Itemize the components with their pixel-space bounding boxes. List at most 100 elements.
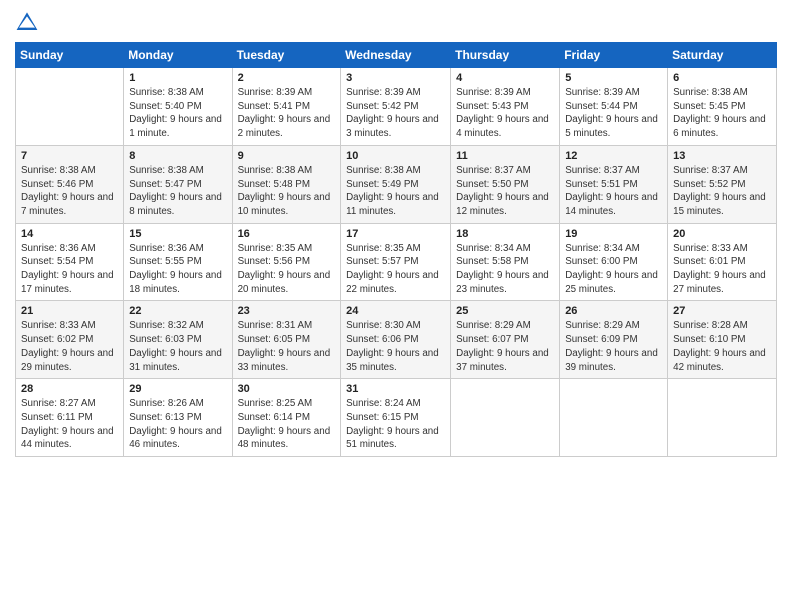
calendar-header-thursday: Thursday xyxy=(451,43,560,68)
day-number: 25 xyxy=(456,305,554,317)
day-info: Sunrise: 8:38 AMSunset: 5:47 PMDaylight:… xyxy=(129,164,226,219)
calendar-cell: 5 Sunrise: 8:39 AMSunset: 5:44 PMDaylight… xyxy=(560,68,668,146)
calendar-cell: 21 Sunrise: 8:33 AMSunset: 6:02 PMDayligh… xyxy=(16,301,124,379)
header xyxy=(15,10,777,34)
calendar-cell: 14Sunrise: 8:36 AMSunset: 5:54 PMDayligh… xyxy=(16,223,124,301)
calendar-week-1: 1 Sunrise: 8:38 AMSunset: 5:40 PMDaylight… xyxy=(16,68,777,146)
day-info: Sunrise: 8:38 AMSunset: 5:40 PMDaylight:… xyxy=(129,86,226,141)
calendar-cell: 24 Sunrise: 8:30 AMSunset: 6:06 PMDayligh… xyxy=(341,301,451,379)
day-number: 26 xyxy=(565,305,662,317)
day-number: 6 xyxy=(673,72,771,84)
calendar-table: SundayMondayTuesdayWednesdayThursdayFrid… xyxy=(15,42,777,457)
day-info: Sunrise: 8:38 AMSunset: 5:45 PMDaylight:… xyxy=(673,86,771,141)
day-number: 12 xyxy=(565,150,662,162)
calendar-cell: 13Sunrise: 8:37 AMSunset: 5:52 PMDayligh… xyxy=(668,145,777,223)
day-info: Sunrise: 8:38 AMSunset: 5:49 PMDaylight:… xyxy=(346,164,445,219)
day-number: 18 xyxy=(456,228,554,240)
day-info: Sunrise: 8:30 AMSunset: 6:06 PMDaylight:… xyxy=(346,319,445,374)
day-info: Sunrise: 8:34 AMSunset: 5:58 PMDaylight:… xyxy=(456,242,554,297)
day-number: 31 xyxy=(346,383,445,395)
day-number: 11 xyxy=(456,150,554,162)
logo-icon xyxy=(15,10,39,34)
day-number: 21 xyxy=(21,305,118,317)
day-info: Sunrise: 8:39 AMSunset: 5:41 PMDaylight:… xyxy=(238,86,336,141)
calendar-week-2: 7 Sunrise: 8:38 AMSunset: 5:46 PMDaylight… xyxy=(16,145,777,223)
calendar-cell xyxy=(16,68,124,146)
calendar-header-row: SundayMondayTuesdayWednesdayThursdayFrid… xyxy=(16,43,777,68)
day-info: Sunrise: 8:32 AMSunset: 6:03 PMDaylight:… xyxy=(129,319,226,374)
day-number: 9 xyxy=(238,150,336,162)
calendar-cell: 3 Sunrise: 8:39 AMSunset: 5:42 PMDaylight… xyxy=(341,68,451,146)
day-number: 4 xyxy=(456,72,554,84)
calendar-cell: 25 Sunrise: 8:29 AMSunset: 6:07 PMDayligh… xyxy=(451,301,560,379)
calendar-cell: 30 Sunrise: 8:25 AMSunset: 6:14 PMDayligh… xyxy=(232,379,341,457)
calendar-cell: 2 Sunrise: 8:39 AMSunset: 5:41 PMDaylight… xyxy=(232,68,341,146)
calendar-header-sunday: Sunday xyxy=(16,43,124,68)
day-info: Sunrise: 8:37 AMSunset: 5:50 PMDaylight:… xyxy=(456,164,554,219)
calendar-cell: 8 Sunrise: 8:38 AMSunset: 5:47 PMDaylight… xyxy=(124,145,232,223)
day-number: 2 xyxy=(238,72,336,84)
calendar-header-tuesday: Tuesday xyxy=(232,43,341,68)
calendar-cell: 10 Sunrise: 8:38 AMSunset: 5:49 PMDayligh… xyxy=(341,145,451,223)
calendar-cell: 15 Sunrise: 8:36 AMSunset: 5:55 PMDayligh… xyxy=(124,223,232,301)
page-container: SundayMondayTuesdayWednesdayThursdayFrid… xyxy=(0,0,792,612)
day-number: 23 xyxy=(238,305,336,317)
day-info: Sunrise: 8:39 AMSunset: 5:42 PMDaylight:… xyxy=(346,86,445,141)
calendar-cell: 1 Sunrise: 8:38 AMSunset: 5:40 PMDaylight… xyxy=(124,68,232,146)
day-number: 5 xyxy=(565,72,662,84)
logo xyxy=(15,10,43,34)
calendar-header-wednesday: Wednesday xyxy=(341,43,451,68)
day-number: 30 xyxy=(238,383,336,395)
day-info: Sunrise: 8:31 AMSunset: 6:05 PMDaylight:… xyxy=(238,319,336,374)
calendar-cell: 11 Sunrise: 8:37 AMSunset: 5:50 PMDayligh… xyxy=(451,145,560,223)
day-number: 15 xyxy=(129,228,226,240)
day-info: Sunrise: 8:33 AMSunset: 6:02 PMDaylight:… xyxy=(21,319,118,374)
calendar-cell xyxy=(668,379,777,457)
calendar-header-monday: Monday xyxy=(124,43,232,68)
day-number: 14 xyxy=(21,228,118,240)
day-info: Sunrise: 8:29 AMSunset: 6:09 PMDaylight:… xyxy=(565,319,662,374)
calendar-cell: 18 Sunrise: 8:34 AMSunset: 5:58 PMDayligh… xyxy=(451,223,560,301)
day-info: Sunrise: 8:28 AMSunset: 6:10 PMDaylight:… xyxy=(673,319,771,374)
calendar-cell xyxy=(560,379,668,457)
day-number: 29 xyxy=(129,383,226,395)
day-number: 1 xyxy=(129,72,226,84)
day-number: 24 xyxy=(346,305,445,317)
day-number: 8 xyxy=(129,150,226,162)
calendar-cell: 7 Sunrise: 8:38 AMSunset: 5:46 PMDaylight… xyxy=(16,145,124,223)
calendar-cell: 28 Sunrise: 8:27 AMSunset: 6:11 PMDayligh… xyxy=(16,379,124,457)
day-number: 17 xyxy=(346,228,445,240)
calendar-cell: 23 Sunrise: 8:31 AMSunset: 6:05 PMDayligh… xyxy=(232,301,341,379)
calendar-cell: 12 Sunrise: 8:37 AMSunset: 5:51 PMDayligh… xyxy=(560,145,668,223)
day-info: Sunrise: 8:29 AMSunset: 6:07 PMDaylight:… xyxy=(456,319,554,374)
day-number: 28 xyxy=(21,383,118,395)
calendar-week-4: 21 Sunrise: 8:33 AMSunset: 6:02 PMDayligh… xyxy=(16,301,777,379)
calendar-week-5: 28 Sunrise: 8:27 AMSunset: 6:11 PMDayligh… xyxy=(16,379,777,457)
day-info: Sunrise: 8:36 AMSunset: 5:55 PMDaylight:… xyxy=(129,242,226,297)
day-number: 7 xyxy=(21,150,118,162)
calendar-cell: 20Sunrise: 8:33 AMSunset: 6:01 PMDayligh… xyxy=(668,223,777,301)
day-number: 10 xyxy=(346,150,445,162)
calendar-cell: 19 Sunrise: 8:34 AMSunset: 6:00 PMDayligh… xyxy=(560,223,668,301)
day-info: Sunrise: 8:37 AMSunset: 5:52 PMDaylight:… xyxy=(673,164,771,219)
calendar-week-3: 14Sunrise: 8:36 AMSunset: 5:54 PMDayligh… xyxy=(16,223,777,301)
day-info: Sunrise: 8:27 AMSunset: 6:11 PMDaylight:… xyxy=(21,397,118,452)
day-info: Sunrise: 8:34 AMSunset: 6:00 PMDaylight:… xyxy=(565,242,662,297)
calendar-cell: 4 Sunrise: 8:39 AMSunset: 5:43 PMDaylight… xyxy=(451,68,560,146)
day-info: Sunrise: 8:26 AMSunset: 6:13 PMDaylight:… xyxy=(129,397,226,452)
calendar-cell: 26 Sunrise: 8:29 AMSunset: 6:09 PMDayligh… xyxy=(560,301,668,379)
day-info: Sunrise: 8:39 AMSunset: 5:44 PMDaylight:… xyxy=(565,86,662,141)
day-info: Sunrise: 8:37 AMSunset: 5:51 PMDaylight:… xyxy=(565,164,662,219)
day-number: 16 xyxy=(238,228,336,240)
calendar-cell: 17Sunrise: 8:35 AMSunset: 5:57 PMDayligh… xyxy=(341,223,451,301)
day-info: Sunrise: 8:24 AMSunset: 6:15 PMDaylight:… xyxy=(346,397,445,452)
day-number: 19 xyxy=(565,228,662,240)
calendar-cell: 27Sunrise: 8:28 AMSunset: 6:10 PMDayligh… xyxy=(668,301,777,379)
calendar-cell xyxy=(451,379,560,457)
day-info: Sunrise: 8:25 AMSunset: 6:14 PMDaylight:… xyxy=(238,397,336,452)
day-info: Sunrise: 8:38 AMSunset: 5:46 PMDaylight:… xyxy=(21,164,118,219)
day-info: Sunrise: 8:35 AMSunset: 5:56 PMDaylight:… xyxy=(238,242,336,297)
day-number: 3 xyxy=(346,72,445,84)
day-info: Sunrise: 8:39 AMSunset: 5:43 PMDaylight:… xyxy=(456,86,554,141)
day-info: Sunrise: 8:38 AMSunset: 5:48 PMDaylight:… xyxy=(238,164,336,219)
